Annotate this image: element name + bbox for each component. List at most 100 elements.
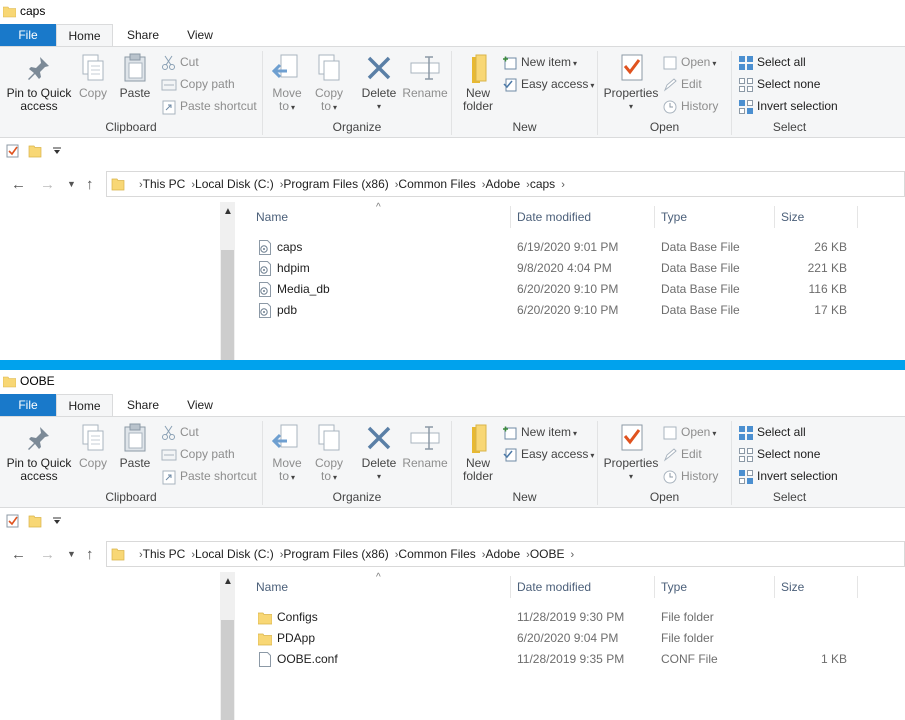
properties-button[interactable]: Properties ▾	[602, 421, 660, 483]
back-icon[interactable]: ←	[11, 176, 26, 193]
scrollbar-thumb[interactable]	[221, 620, 234, 720]
new-folder-icon[interactable]	[28, 144, 42, 158]
delete-button[interactable]: Delete ▾	[357, 421, 401, 483]
column-header-name[interactable]: Name	[256, 580, 288, 594]
up-icon[interactable]: ↑	[86, 546, 94, 563]
edit-button[interactable]: Edit	[662, 74, 702, 94]
column-header-type[interactable]: Type	[661, 580, 687, 594]
properties-button[interactable]: Properties ▾	[602, 51, 660, 113]
paste-button[interactable]: Paste	[116, 421, 154, 470]
column-header-date[interactable]: Date modified	[517, 210, 591, 224]
cut-button[interactable]: Cut	[161, 422, 199, 442]
file-row[interactable]: PDApp 6/20/2020 9:04 PM File folder	[256, 628, 856, 649]
move-to-button[interactable]: Move to ▾	[267, 421, 307, 484]
title-bar[interactable]: caps	[0, 0, 905, 24]
address-bar[interactable]: ›This PC ›Local Disk (C:) ›Program Files (…	[106, 541, 905, 567]
column-header-type[interactable]: Type	[661, 210, 687, 224]
chevron-right-icon[interactable]: ›	[571, 549, 575, 561]
copy-button[interactable]: Copy	[74, 421, 112, 470]
open-button[interactable]: Open ▾	[662, 422, 716, 442]
easy-access-button[interactable]: Easy access ▾	[502, 74, 594, 94]
scroll-up-icon[interactable]: ▲	[223, 576, 233, 587]
new-folder-icon[interactable]	[28, 514, 42, 528]
copy-path-button[interactable]: Copy path	[161, 74, 235, 94]
file-name: PDApp	[277, 631, 316, 645]
breadcrumb-item[interactable]: Common Files	[398, 177, 475, 191]
breadcrumb-item[interactable]: caps	[530, 177, 555, 191]
file-row[interactable]: hdpim 9/8/2020 4:04 PM Data Base File 221 K…	[256, 258, 856, 279]
invert-selection-button[interactable]: Invert selection	[738, 466, 838, 486]
open-button[interactable]: Open ▾	[662, 52, 716, 72]
breadcrumb-item[interactable]: OOBE	[530, 547, 565, 561]
copy-button[interactable]: Copy	[74, 51, 112, 100]
breadcrumb-item[interactable]: Program Files (x86)	[283, 177, 388, 191]
column-header-size[interactable]: Size	[781, 580, 804, 594]
scrollbar-thumb[interactable]	[221, 250, 234, 360]
paste-shortcut-button[interactable]: Paste shortcut	[161, 466, 257, 486]
forward-icon[interactable]: →	[40, 176, 55, 193]
recent-locations-icon[interactable]: ▼	[67, 549, 76, 559]
customize-toolbar-icon[interactable]	[52, 517, 62, 525]
properties-icon[interactable]	[6, 514, 20, 528]
tab-home[interactable]: Home	[56, 394, 113, 416]
back-icon[interactable]: ←	[11, 546, 26, 563]
file-row[interactable]: OOBE.conf 11/28/2019 9:35 PM CONF File 1 KB	[256, 649, 856, 670]
pin-to-quick-access-button[interactable]: Pin to Quick access	[4, 421, 74, 483]
select-none-button[interactable]: Select none	[738, 444, 820, 464]
breadcrumb-item[interactable]: This PC	[143, 547, 186, 561]
select-none-button[interactable]: Select none	[738, 74, 820, 94]
copy-to-button[interactable]: Copy to ▾	[309, 421, 349, 484]
properties-icon[interactable]	[6, 144, 20, 158]
paste-shortcut-button[interactable]: Paste shortcut	[161, 96, 257, 116]
column-header-date[interactable]: Date modified	[517, 580, 591, 594]
column-header-size[interactable]: Size	[781, 210, 804, 224]
tab-home[interactable]: Home	[56, 24, 113, 46]
file-row[interactable]: caps 6/19/2020 9:01 PM Data Base File 26 KB	[256, 237, 856, 258]
breadcrumb-item[interactable]: Adobe	[485, 547, 520, 561]
tab-share[interactable]: Share	[115, 24, 171, 46]
edit-button[interactable]: Edit	[662, 444, 702, 464]
copy-path-button[interactable]: Copy path	[161, 444, 235, 464]
copy-to-button[interactable]: Copy to ▾	[309, 51, 349, 114]
select-all-button[interactable]: Select all	[738, 422, 806, 442]
file-row[interactable]: Media_db 6/20/2020 9:10 PM Data Base File 1…	[256, 279, 856, 300]
select-all-button[interactable]: Select all	[738, 52, 806, 72]
rename-button[interactable]: Rename	[402, 51, 448, 100]
history-button[interactable]: History	[662, 466, 718, 486]
tab-view[interactable]: View	[172, 24, 228, 46]
breadcrumb-item[interactable]: This PC	[143, 177, 186, 191]
title-bar[interactable]: OOBE	[0, 370, 905, 394]
file-row[interactable]: Configs 11/28/2019 9:30 PM File folder	[256, 607, 856, 628]
paste-button[interactable]: Paste	[116, 51, 154, 100]
breadcrumb-item[interactable]: Common Files	[398, 547, 475, 561]
pin-to-quick-access-button[interactable]: Pin to Quick access	[4, 51, 74, 113]
new-folder-button[interactable]: New folder	[458, 421, 498, 483]
address-bar[interactable]: ›This PC ›Local Disk (C:) ›Program Files (…	[106, 171, 905, 197]
tab-share[interactable]: Share	[115, 394, 171, 416]
file-row[interactable]: pdb 6/20/2020 9:10 PM Data Base File 17 KB	[256, 300, 856, 321]
new-folder-button[interactable]: New folder	[458, 51, 498, 113]
customize-toolbar-icon[interactable]	[52, 147, 62, 155]
breadcrumb-item[interactable]: Adobe	[485, 177, 520, 191]
rename-button[interactable]: Rename	[402, 421, 448, 470]
column-header-name[interactable]: Name	[256, 210, 288, 224]
breadcrumb-item[interactable]: Local Disk (C:)	[195, 547, 274, 561]
recent-locations-icon[interactable]: ▼	[67, 179, 76, 189]
cut-button[interactable]: Cut	[161, 52, 199, 72]
move-to-button[interactable]: Move to ▾	[267, 51, 307, 114]
forward-icon[interactable]: →	[40, 546, 55, 563]
invert-selection-button[interactable]: Invert selection	[738, 96, 838, 116]
chevron-right-icon[interactable]: ›	[561, 179, 565, 191]
up-icon[interactable]: ↑	[86, 176, 94, 193]
delete-button[interactable]: Delete ▾	[357, 51, 401, 113]
easy-access-button[interactable]: Easy access ▾	[502, 444, 594, 464]
tab-file[interactable]: File	[0, 24, 56, 46]
new-item-button[interactable]: New item ▾	[502, 52, 577, 72]
scroll-up-icon[interactable]: ▲	[223, 206, 233, 217]
tab-file[interactable]: File	[0, 394, 56, 416]
history-button[interactable]: History	[662, 96, 718, 116]
new-item-button[interactable]: New item ▾	[502, 422, 577, 442]
breadcrumb-item[interactable]: Local Disk (C:)	[195, 177, 274, 191]
breadcrumb-item[interactable]: Program Files (x86)	[283, 547, 388, 561]
tab-view[interactable]: View	[172, 394, 228, 416]
